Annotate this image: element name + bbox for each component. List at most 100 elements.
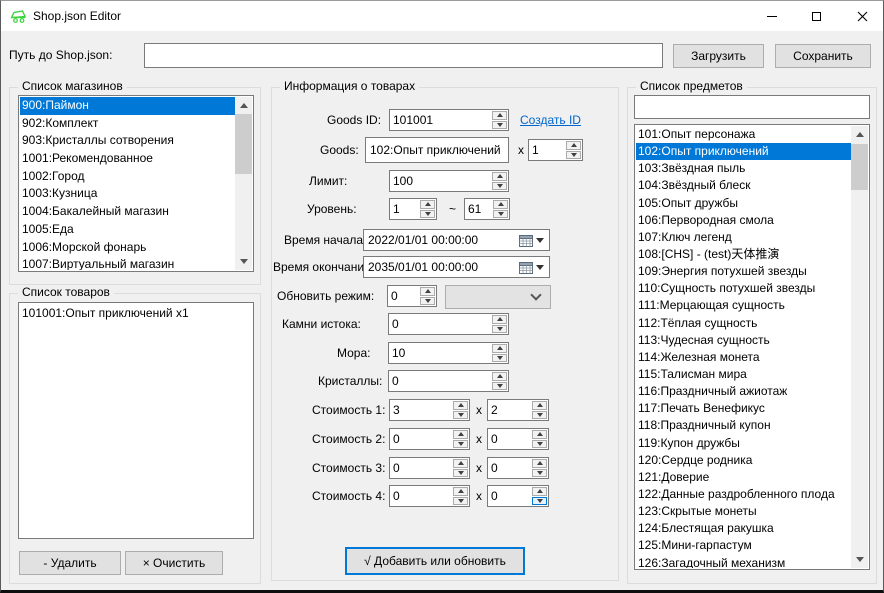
spin-down-button[interactable] xyxy=(532,411,547,420)
goods-listbox[interactable]: 101001:Опыт приключений x1 xyxy=(18,302,254,539)
scroll-up-button[interactable] xyxy=(851,126,868,143)
cost2-item-spinner[interactable]: 0 xyxy=(389,428,470,450)
spin-down-button[interactable] xyxy=(453,411,468,420)
list-item[interactable]: 1003:Кузница xyxy=(20,185,235,203)
spin-up-button[interactable] xyxy=(453,459,468,468)
spin-up-button[interactable] xyxy=(420,200,435,209)
list-item[interactable]: 125:Мини-гарпастум xyxy=(636,537,851,554)
minimize-button[interactable] xyxy=(749,1,794,31)
spin-up-button[interactable] xyxy=(493,200,508,209)
limit-spinner[interactable]: 100 xyxy=(389,170,509,192)
scroll-thumb[interactable] xyxy=(851,144,868,190)
path-input[interactable] xyxy=(144,43,663,68)
list-item[interactable]: 111:Мерцающая сущность xyxy=(636,297,851,314)
goods-id-spinner[interactable]: 101001 xyxy=(389,109,509,131)
save-button[interactable]: Сохранить xyxy=(775,44,871,68)
spin-up-button[interactable] xyxy=(492,315,507,324)
list-item[interactable]: 103:Звёздная пыль xyxy=(636,160,851,177)
cost3-item-spinner[interactable]: 0 xyxy=(389,457,470,479)
scroll-down-button[interactable] xyxy=(235,253,252,270)
end-time-picker[interactable]: 2035/01/01 00:00:00 xyxy=(363,256,550,278)
close-button[interactable] xyxy=(839,1,884,31)
list-item[interactable]: 106:Первородная смола xyxy=(636,212,851,229)
list-item[interactable]: 110:Сущность потухшей звезды xyxy=(636,280,851,297)
primogem-spinner[interactable]: 0 xyxy=(388,313,509,335)
list-item[interactable]: 115:Талисман мира xyxy=(636,366,851,383)
list-item[interactable]: 118:Праздничный купон xyxy=(636,417,851,434)
spin-up-button[interactable] xyxy=(453,430,468,439)
list-item[interactable]: 119:Купон дружбы xyxy=(636,435,851,452)
cost1-count-spinner[interactable]: 2 xyxy=(487,399,549,421)
goods-input[interactable]: 102:Опыт приключений xyxy=(365,137,509,163)
items-listbox[interactable]: 101:Опыт персонажа102:Опыт приключений10… xyxy=(634,124,870,570)
list-item[interactable]: 102:Опыт приключений xyxy=(636,143,851,160)
crystal-spinner[interactable]: 0 xyxy=(388,370,509,392)
items-search-input[interactable] xyxy=(634,95,870,119)
goods-count-spinner[interactable]: 1 xyxy=(528,139,583,161)
list-item[interactable]: 121:Доверие xyxy=(636,469,851,486)
cost4-count-spinner[interactable]: 0 xyxy=(487,485,549,507)
spin-down-button[interactable] xyxy=(492,382,507,391)
spin-up-button[interactable] xyxy=(532,459,547,468)
list-item[interactable]: 1006:Морской фонарь xyxy=(20,239,235,257)
cost4-item-spinner[interactable]: 0 xyxy=(389,485,470,507)
cost2-count-spinner[interactable]: 0 xyxy=(487,428,549,450)
spin-up-button[interactable] xyxy=(453,487,468,496)
spin-down-button[interactable] xyxy=(492,325,507,334)
list-item[interactable]: 902:Комплект xyxy=(20,115,235,133)
level-min-spinner[interactable]: 1 xyxy=(389,198,437,220)
create-id-link[interactable]: Создать ID xyxy=(520,113,581,127)
spin-up-button[interactable] xyxy=(566,141,581,150)
spin-down-button[interactable] xyxy=(453,497,468,506)
shops-listbox[interactable]: 900:Паймон902:Комплект903:Кристаллы сотв… xyxy=(18,95,254,272)
list-item[interactable]: 1004:Бакалейный магазин xyxy=(20,203,235,221)
spin-down-button[interactable] xyxy=(492,121,507,130)
scroll-up-button[interactable] xyxy=(235,97,252,114)
list-item[interactable]: 112:Тёплая сущность xyxy=(636,315,851,332)
list-item[interactable]: 122:Данные раздробленного плода xyxy=(636,486,851,503)
list-item[interactable]: 101001:Опыт приключений x1 xyxy=(20,304,252,322)
list-item[interactable]: 104:Звёздный блеск xyxy=(636,177,851,194)
list-item[interactable]: 124:Блестящая ракушка xyxy=(636,520,851,537)
list-item[interactable]: 116:Праздничный ажиотаж xyxy=(636,383,851,400)
list-item[interactable]: 120:Сердце родника xyxy=(636,452,851,469)
list-item[interactable]: 114:Железная монета xyxy=(636,349,851,366)
spin-up-button[interactable] xyxy=(492,344,507,353)
spin-down-button[interactable] xyxy=(532,440,547,449)
spin-up-button[interactable] xyxy=(532,487,547,496)
list-item[interactable]: 1001:Рекомендованное xyxy=(20,150,235,168)
list-item[interactable]: 126:Загадочный механизм xyxy=(636,555,851,568)
scroll-thumb[interactable] xyxy=(235,114,252,174)
spin-up-button[interactable] xyxy=(492,111,507,120)
spin-down-button[interactable] xyxy=(532,497,547,506)
spin-down-button[interactable] xyxy=(420,210,435,219)
clear-button[interactable]: × Очистить xyxy=(125,551,223,575)
title-bar[interactable]: Shop.json Editor xyxy=(1,1,883,31)
list-item[interactable]: 1007:Виртуальный магазин xyxy=(20,256,235,270)
list-item[interactable]: 101:Опыт персонажа xyxy=(636,126,851,143)
spin-down-button[interactable] xyxy=(532,469,547,478)
level-max-spinner[interactable]: 61 xyxy=(464,198,510,220)
list-item[interactable]: 107:Ключ легенд xyxy=(636,229,851,246)
spin-down-button[interactable] xyxy=(453,469,468,478)
mora-spinner[interactable]: 10 xyxy=(388,342,509,364)
cost1-item-spinner[interactable]: 3 xyxy=(389,399,470,421)
spin-up-button[interactable] xyxy=(420,287,435,296)
spin-down-button[interactable] xyxy=(493,210,508,219)
spin-down-button[interactable] xyxy=(566,151,581,160)
load-button[interactable]: Загрузить xyxy=(673,44,764,68)
cost3-count-spinner[interactable]: 0 xyxy=(487,457,549,479)
begin-time-picker[interactable]: 2022/01/01 00:00:00 xyxy=(363,229,550,251)
list-item[interactable]: 105:Опыт дружбы xyxy=(636,195,851,212)
list-item[interactable]: 1005:Еда xyxy=(20,221,235,239)
spin-up-button[interactable] xyxy=(492,372,507,381)
shops-scrollbar[interactable] xyxy=(235,97,252,270)
spin-up-button[interactable] xyxy=(492,172,507,181)
list-item[interactable]: 109:Энергия потухшей звезды xyxy=(636,263,851,280)
spin-down-button[interactable] xyxy=(420,297,435,306)
refresh-mode-combobox[interactable] xyxy=(445,285,551,309)
spin-up-button[interactable] xyxy=(453,401,468,410)
list-item[interactable]: 123:Скрытые монеты xyxy=(636,503,851,520)
list-item[interactable]: 903:Кристаллы сотворения xyxy=(20,132,235,150)
list-item[interactable]: 1002:Город xyxy=(20,168,235,186)
